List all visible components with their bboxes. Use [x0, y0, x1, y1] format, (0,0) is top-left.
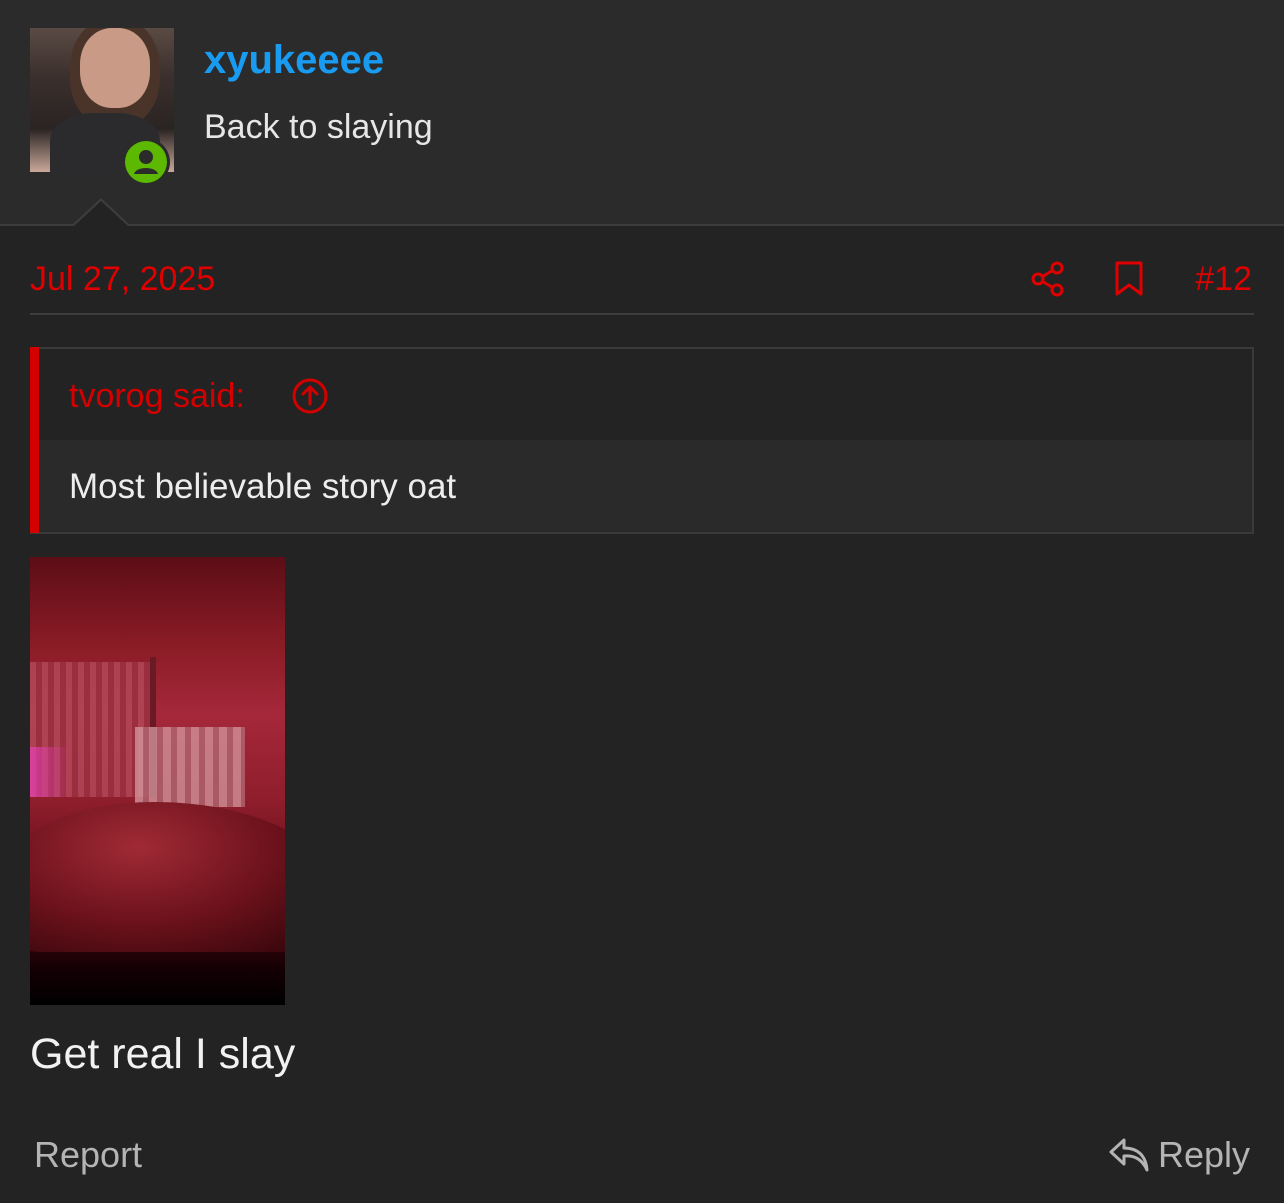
report-link[interactable]: Report	[34, 1134, 142, 1176]
reply-label: Reply	[1157, 1134, 1250, 1175]
post-body-text: Get real I slay	[30, 1030, 296, 1078]
header-divider	[0, 224, 1284, 226]
quote-accent-bar	[30, 347, 39, 533]
reply-button[interactable]: Reply	[1108, 1134, 1250, 1176]
attached-photo[interactable]	[30, 557, 285, 1005]
quote-text: Most believable story oat	[69, 467, 457, 506]
bookmark-icon[interactable]	[1114, 261, 1144, 302]
username-link[interactable]: xyukeeee	[204, 38, 384, 83]
online-status-icon	[122, 138, 170, 186]
arrow-up-circle-icon[interactable]	[291, 377, 329, 420]
reply-icon	[1109, 1138, 1149, 1172]
post-number-link[interactable]: #12	[1195, 260, 1252, 299]
user-title: Back to slaying	[204, 108, 433, 146]
post-date-link[interactable]: Jul 27, 2025	[30, 260, 215, 299]
forum-post: xyukeeee Back to slaying Jul 27, 2025 #1…	[0, 0, 1284, 1203]
meta-divider	[30, 313, 1254, 315]
quote-author-link[interactable]: tvorog said:	[69, 377, 245, 416]
user-header: xyukeeee Back to slaying	[0, 0, 1284, 225]
share-icon[interactable]	[1030, 261, 1066, 302]
